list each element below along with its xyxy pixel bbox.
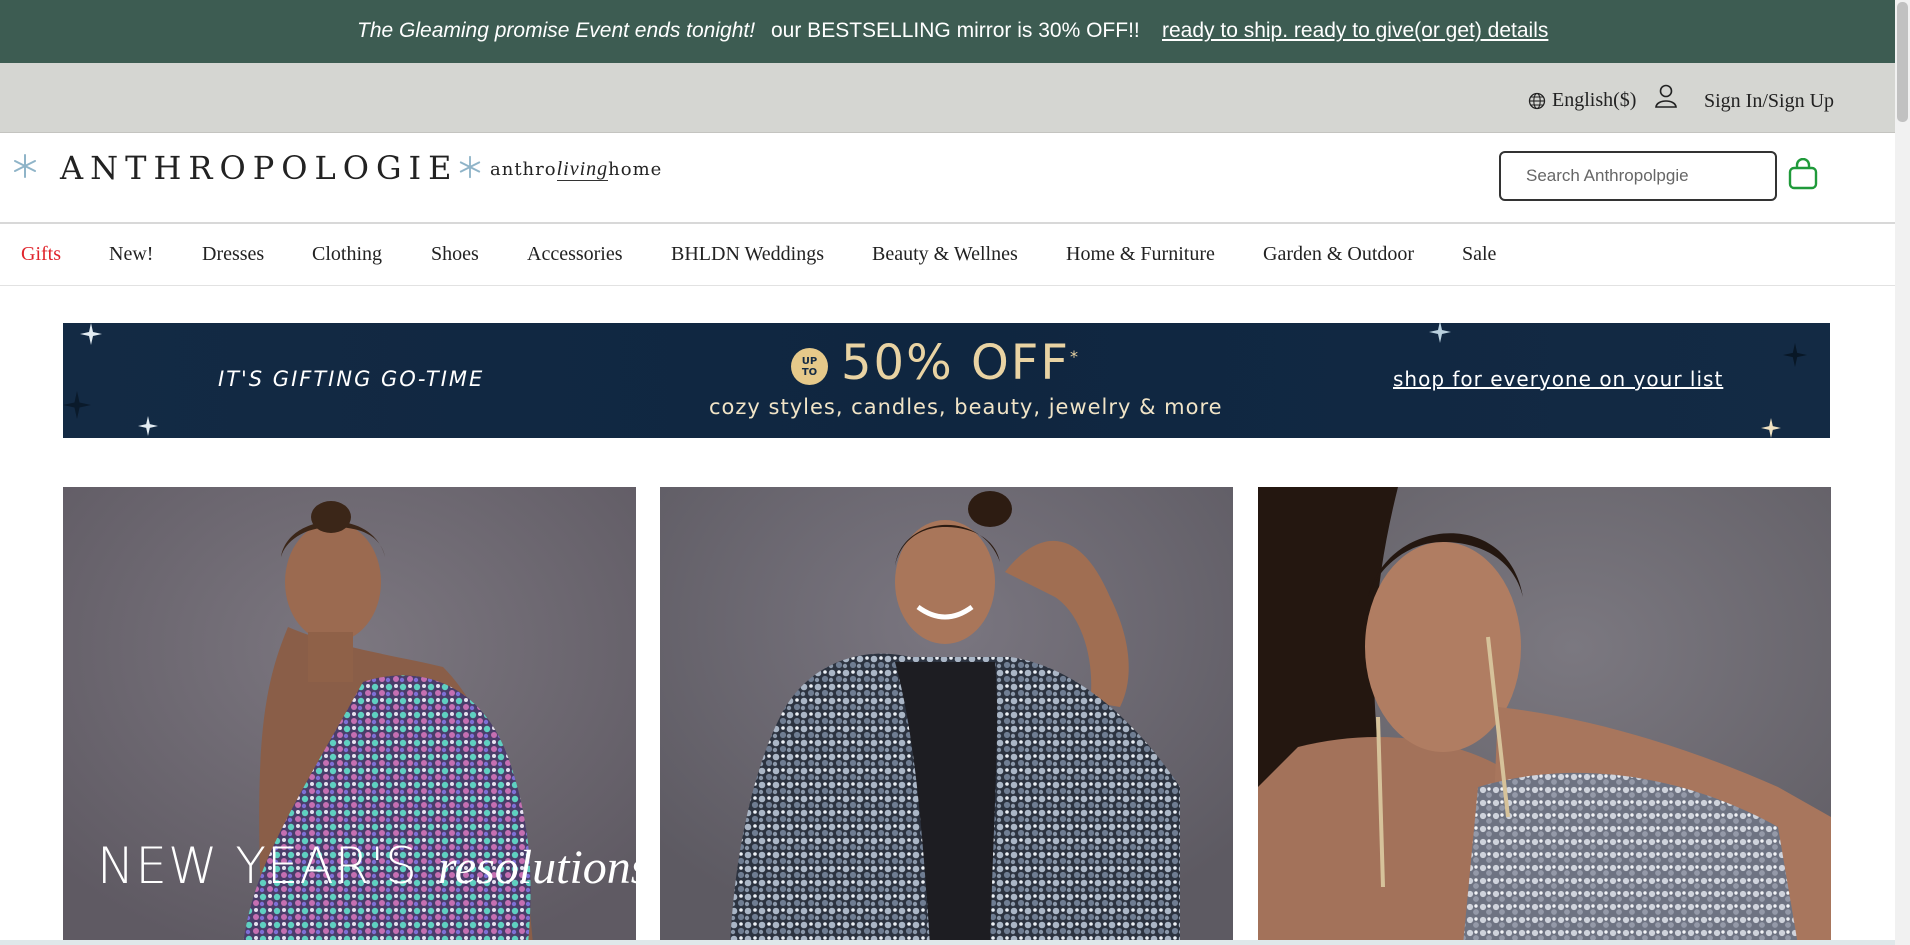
promo-badge-top: UP xyxy=(801,355,818,367)
promo-banner[interactable]: IT'S GIFTING GO-TIME UP TO 50% OFF* cozy… xyxy=(63,323,1830,438)
nav-item-gifts[interactable]: Gifts xyxy=(21,243,61,266)
promo-cta-link[interactable]: shop for everyone on your list xyxy=(1393,367,1723,391)
sparkle-icon xyxy=(1761,418,1781,438)
model-photo xyxy=(1258,487,1831,945)
product-tile-sequin-jacket[interactable] xyxy=(660,487,1233,945)
promo-subline: cozy styles, candles, beauty, jewelry & … xyxy=(709,395,1223,419)
sparkle-icon xyxy=(1429,323,1451,343)
promo-up-to-badge: UP TO xyxy=(791,348,828,385)
nav-item-new[interactable]: New! xyxy=(109,243,153,266)
tile-overlay-text: NEW YEAR'S resolutions xyxy=(97,837,636,895)
brand-logo[interactable]: ANTHROPOLOGIE xyxy=(60,149,459,187)
announcement-offer-text: our BESTSELLING mirror is 30% OFF!! xyxy=(771,19,1140,42)
language-selector[interactable]: English($) xyxy=(1528,89,1636,112)
product-tile-sequin-one-shoulder[interactable]: NEW YEAR'S resolutions xyxy=(63,487,636,945)
header-logo-row: ANTHROPOLOGIE anthrolivinghome xyxy=(0,133,1895,224)
promo-headline-mark: * xyxy=(1069,347,1080,366)
shopping-bag-icon[interactable] xyxy=(1788,158,1818,190)
nav-item-home-furniture[interactable]: Home & Furniture xyxy=(1066,243,1215,266)
nav-item-beauty-wellness[interactable]: Beauty & Wellnes xyxy=(872,243,1018,266)
sparkle-icon xyxy=(1783,343,1807,367)
anthroliving-right: home xyxy=(608,159,663,180)
nav-item-dresses[interactable]: Dresses xyxy=(202,243,264,266)
product-tile-sequin-top[interactable] xyxy=(1258,487,1831,945)
model-photo xyxy=(660,487,1233,945)
vertical-scrollbar[interactable] xyxy=(1895,0,1910,945)
nav-item-sale[interactable]: Sale xyxy=(1462,243,1496,266)
announcement-details-link[interactable]: ready to ship. ready to give(or get) det… xyxy=(1162,19,1548,43)
promo-headline: 50% OFF* xyxy=(841,335,1080,391)
announcement-bar: The Gleaming promise Event ends tonight!… xyxy=(0,0,1895,63)
user-icon[interactable] xyxy=(1654,83,1678,109)
sign-in-link[interactable]: Sign In/Sign Up xyxy=(1704,90,1834,113)
anthroliving-script: living xyxy=(556,158,609,181)
globe-icon xyxy=(1528,92,1546,109)
horizontal-scrollbar[interactable] xyxy=(0,940,1895,945)
sparkle-icon xyxy=(63,391,91,419)
scrollbar-thumb[interactable] xyxy=(1897,2,1908,122)
star-icon xyxy=(14,154,36,178)
main-navigation: Gifts New! Dresses Clothing Shoes Access… xyxy=(0,224,1895,286)
nav-item-shoes[interactable]: Shoes xyxy=(431,243,479,266)
nav-item-clothing[interactable]: Clothing xyxy=(312,243,382,266)
sparkle-icon xyxy=(138,416,158,436)
anthroliving-logo[interactable]: anthrolivinghome xyxy=(490,158,662,181)
tile-overlay-caps: NEW YEAR'S xyxy=(97,837,418,895)
announcement-event-text: The Gleaming promise Event ends tonight! xyxy=(357,19,756,42)
sparkle-icon xyxy=(80,323,102,345)
utility-bar: English($) Sign In/Sign Up xyxy=(0,63,1895,133)
tile-overlay-script: resolutions xyxy=(437,841,636,894)
nav-item-bhldn-weddings[interactable]: BHLDN Weddings xyxy=(671,243,824,266)
language-label: English($) xyxy=(1552,89,1637,111)
search-input[interactable] xyxy=(1499,151,1777,201)
nav-item-accessories[interactable]: Accessories xyxy=(527,243,623,266)
promo-left-text: IT'S GIFTING GO-TIME xyxy=(218,367,485,391)
nav-item-garden-outdoor[interactable]: Garden & Outdoor xyxy=(1263,243,1414,266)
promo-headline-text: 50% OFF xyxy=(841,335,1070,391)
star-icon xyxy=(459,155,481,179)
promo-badge-bottom: TO xyxy=(801,366,818,378)
anthroliving-left: anthro xyxy=(490,159,557,180)
